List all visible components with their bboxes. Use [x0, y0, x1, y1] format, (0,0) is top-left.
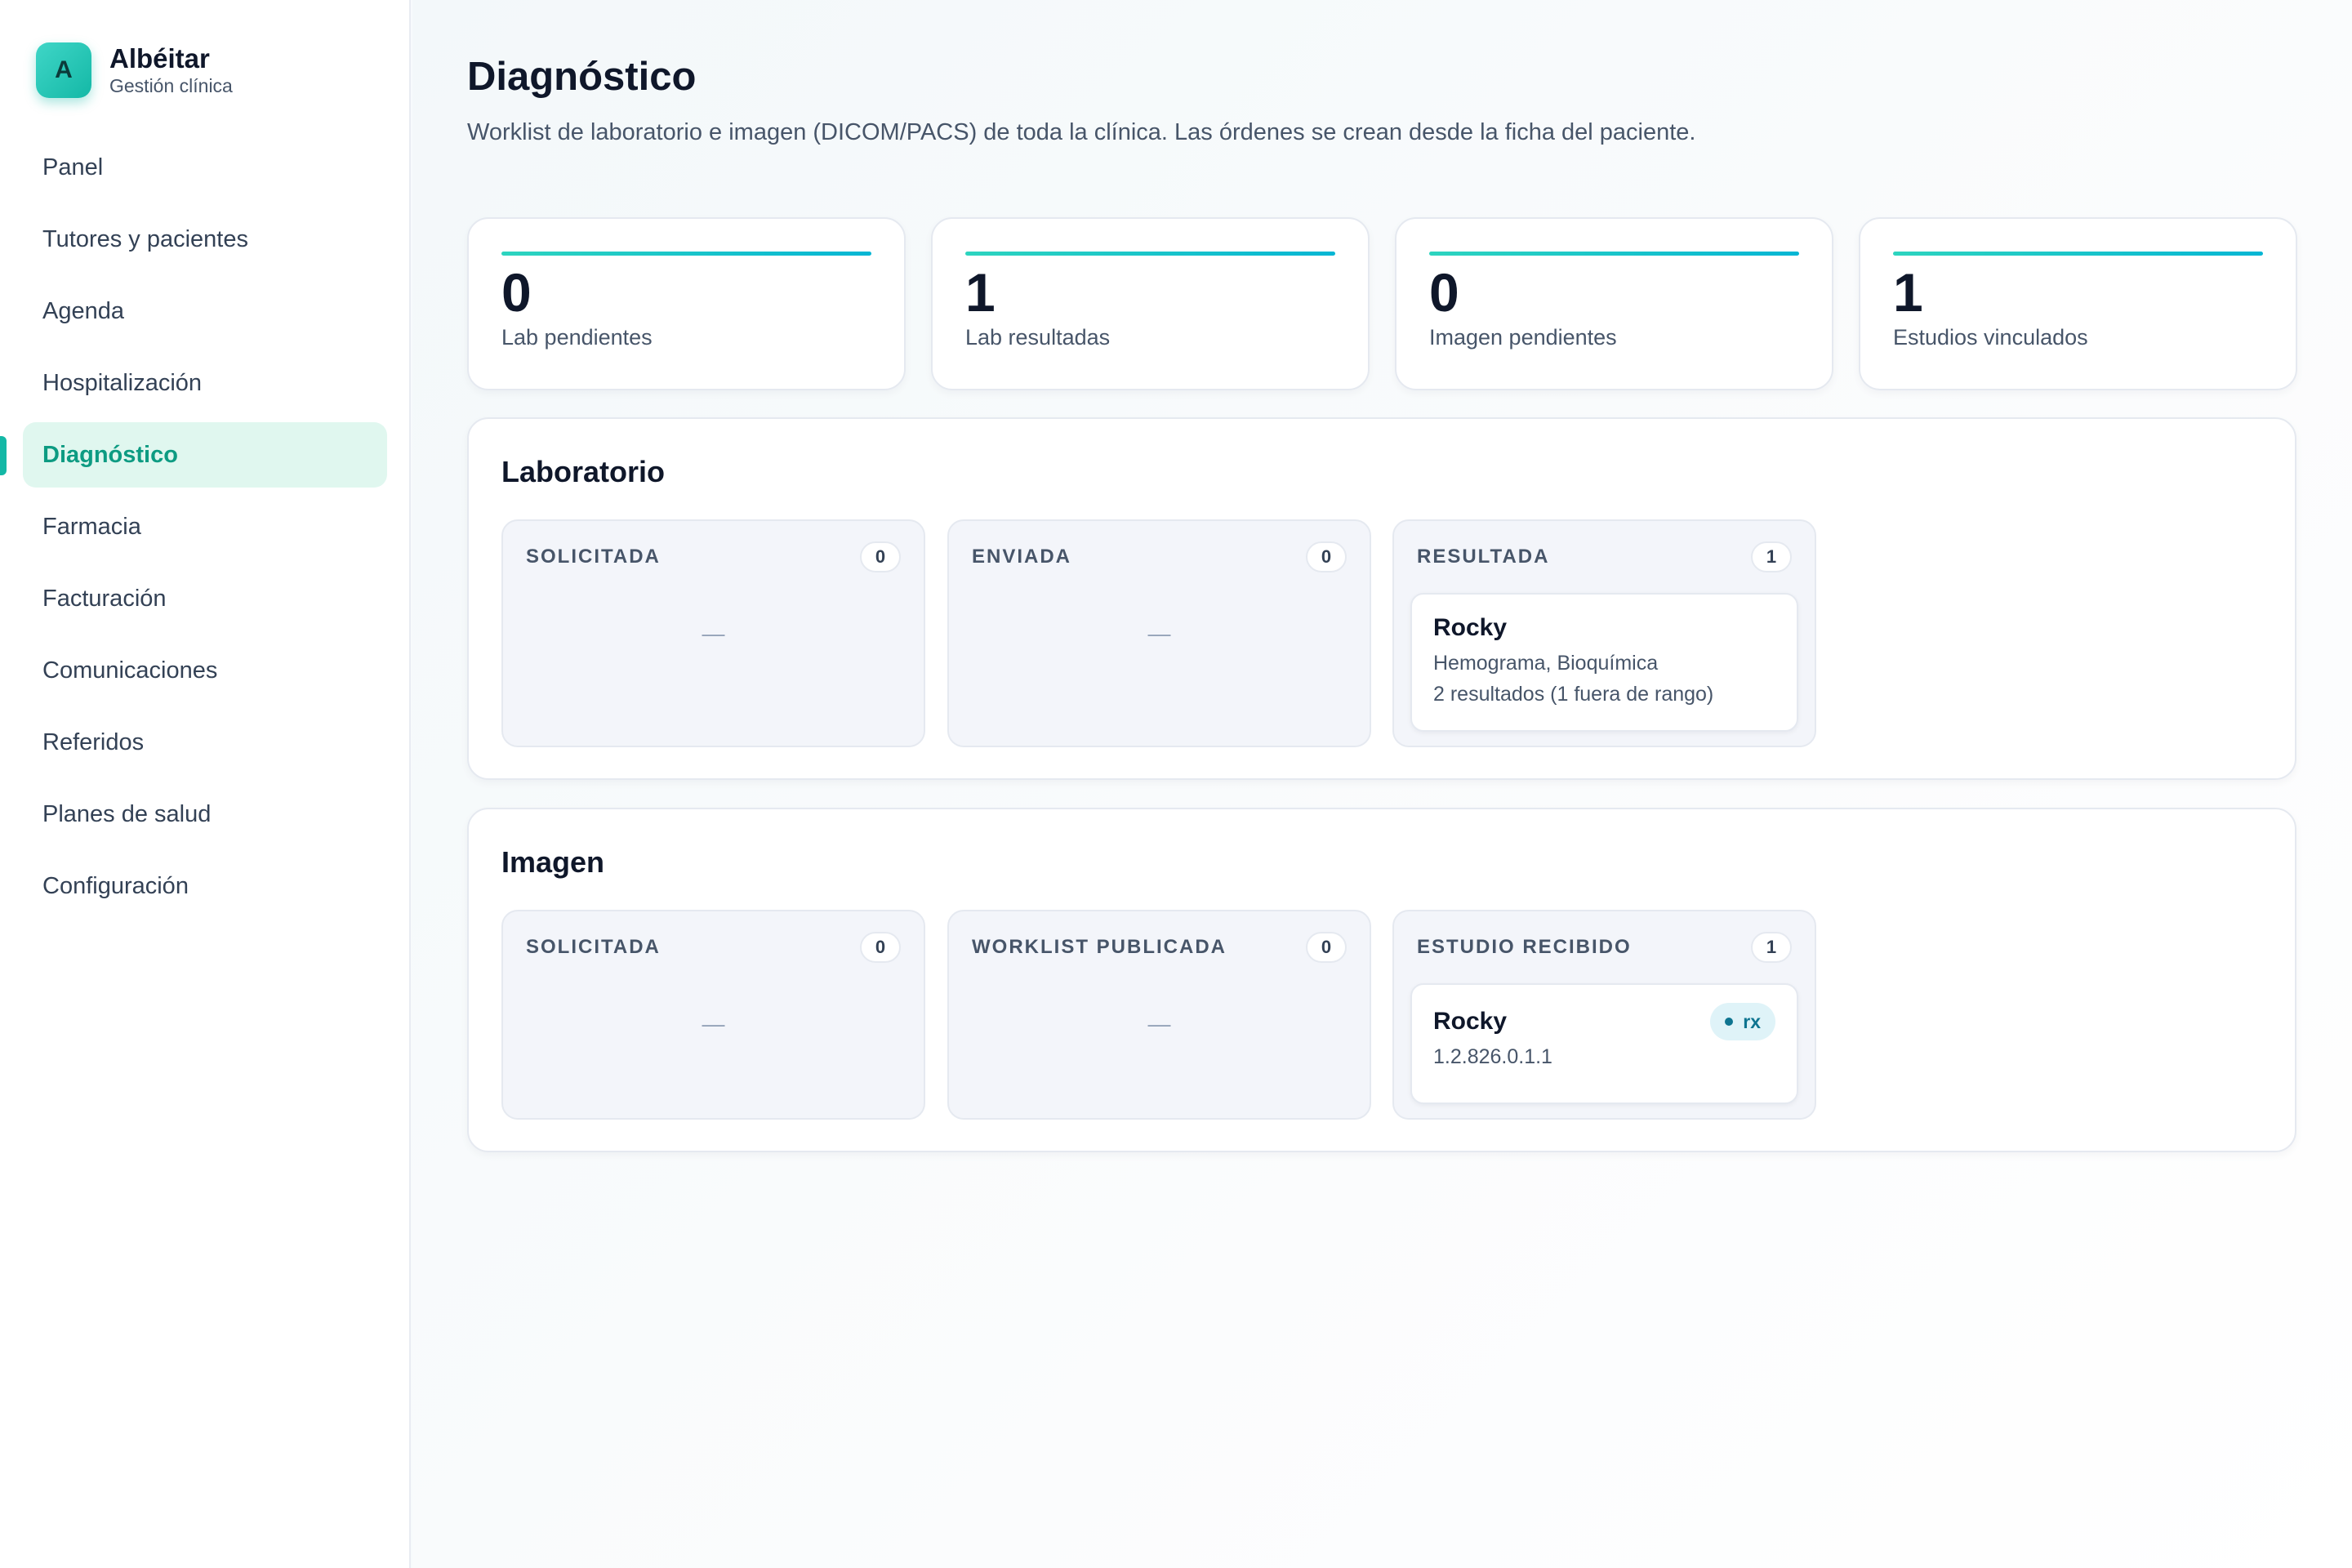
column-title: SOLICITADA: [526, 546, 661, 568]
sidebar-item-referidos[interactable]: Referidos: [23, 710, 387, 775]
status-dot-icon: [1725, 1018, 1734, 1026]
lab-section: Laboratorio SOLICITADA 0 — ENVIADA 0 — R…: [467, 417, 2296, 780]
modality-label: rx: [1743, 1010, 1761, 1032]
column-count-badge: 0: [1306, 932, 1347, 963]
sidebar-item-planes-salud[interactable]: Planes de salud: [23, 782, 387, 847]
column-count-badge: 1: [1751, 932, 1792, 963]
column-empty-placeholder: —: [1147, 621, 1171, 646]
sidebar: A Albéitar Gestión clínica Panel Tutores…: [0, 0, 411, 1568]
lab-column-solicitada: SOLICITADA 0 —: [501, 519, 925, 747]
column-title: ESTUDIO RECIBIDO: [1417, 936, 1632, 958]
page-description: Worklist de laboratorio e imagen (DICOM/…: [467, 119, 1696, 145]
stat-card-imagen-pendientes: 0 Imagen pendientes: [1395, 217, 1833, 390]
stat-accent-bar: [1893, 252, 2263, 256]
imaging-study-card[interactable]: Rocky 1.2.826.0.1.1 rx: [1410, 983, 1798, 1104]
lab-column-enviada: ENVIADA 0 —: [947, 519, 1371, 747]
section-title: Imagen: [501, 845, 605, 879]
sidebar-item-farmacia[interactable]: Farmacia: [23, 494, 387, 559]
brand-name: Albéitar: [109, 43, 210, 74]
column-count-badge: 0: [860, 932, 901, 963]
section-title: Laboratorio: [501, 455, 666, 488]
stat-label: Lab pendientes: [501, 325, 653, 350]
page-title: Diagnóstico: [467, 55, 697, 99]
sidebar-item-facturacion[interactable]: Facturación: [23, 566, 387, 631]
sidebar-item-configuracion[interactable]: Configuración: [23, 853, 387, 919]
sidebar-item-diagnostico[interactable]: Diagnóstico: [23, 422, 387, 488]
stat-value: 0: [501, 262, 532, 323]
imaging-column-worklist-publicada: WORKLIST PUBLICADA 0 —: [947, 910, 1371, 1120]
column-title: RESULTADA: [1417, 546, 1550, 568]
main-content: Diagnóstico Worklist de laboratorio e im…: [412, 0, 2352, 1568]
lab-tests: Hemograma, Bioquímica: [1433, 652, 1659, 675]
sidebar-item-agenda[interactable]: Agenda: [23, 278, 387, 344]
column-count-badge: 1: [1751, 541, 1792, 572]
stat-label: Lab resultadas: [965, 325, 1111, 350]
sidebar-nav: Panel Tutores y pacientes Agenda Hospita…: [23, 135, 387, 925]
patient-name: Rocky: [1433, 614, 1508, 641]
imaging-column-solicitada: SOLICITADA 0 —: [501, 910, 925, 1120]
stat-value: 0: [1429, 262, 1459, 323]
stat-card-lab-pendientes: 0 Lab pendientes: [467, 217, 906, 390]
column-empty-placeholder: —: [702, 1011, 725, 1036]
stat-label: Estudios vinculados: [1893, 325, 2088, 350]
column-count-badge: 0: [860, 541, 901, 572]
column-title: WORKLIST PUBLICADA: [972, 936, 1227, 958]
imaging-section: Imagen SOLICITADA 0 — WORKLIST PUBLICADA…: [467, 808, 2296, 1152]
lab-order-card[interactable]: Rocky Hemograma, Bioquímica 2 resultados…: [1410, 593, 1798, 732]
lab-results-summary: 2 resultados (1 fuera de rango): [1433, 683, 1714, 706]
stat-accent-bar: [965, 252, 1335, 256]
sidebar-item-comunicaciones[interactable]: Comunicaciones: [23, 638, 387, 703]
column-count-badge: 0: [1306, 541, 1347, 572]
lab-column-resultada: RESULTADA 1 Rocky Hemograma, Bioquímica …: [1392, 519, 1816, 747]
stat-value: 1: [965, 262, 996, 323]
stat-value: 1: [1893, 262, 1923, 323]
brand-subtitle: Gestión clínica: [109, 75, 233, 96]
stat-card-lab-resultadas: 1 Lab resultadas: [931, 217, 1370, 390]
column-title: ENVIADA: [972, 546, 1072, 568]
nav-active-indicator: [0, 436, 7, 475]
column-empty-placeholder: —: [1147, 1011, 1171, 1036]
stat-accent-bar: [501, 252, 871, 256]
brand-logo: A: [36, 42, 91, 98]
column-empty-placeholder: —: [702, 621, 725, 646]
stat-label: Imagen pendientes: [1429, 325, 1617, 350]
brand-text: Albéitar Gestión clínica: [109, 43, 233, 97]
column-title: SOLICITADA: [526, 936, 661, 958]
stat-card-estudios-vinculados: 1 Estudios vinculados: [1859, 217, 2297, 390]
sidebar-item-tutores-pacientes[interactable]: Tutores y pacientes: [23, 207, 387, 272]
modality-tag: rx: [1710, 1003, 1775, 1040]
stat-accent-bar: [1429, 252, 1799, 256]
patient-name: Rocky: [1433, 1008, 1508, 1035]
sidebar-item-panel[interactable]: Panel: [23, 135, 387, 200]
study-uid: 1.2.826.0.1.1: [1433, 1045, 1552, 1068]
sidebar-item-hospitalizacion[interactable]: Hospitalización: [23, 350, 387, 416]
imaging-column-estudio-recibido: ESTUDIO RECIBIDO 1 Rocky 1.2.826.0.1.1 r…: [1392, 910, 1816, 1120]
brand[interactable]: A Albéitar Gestión clínica: [36, 42, 233, 98]
